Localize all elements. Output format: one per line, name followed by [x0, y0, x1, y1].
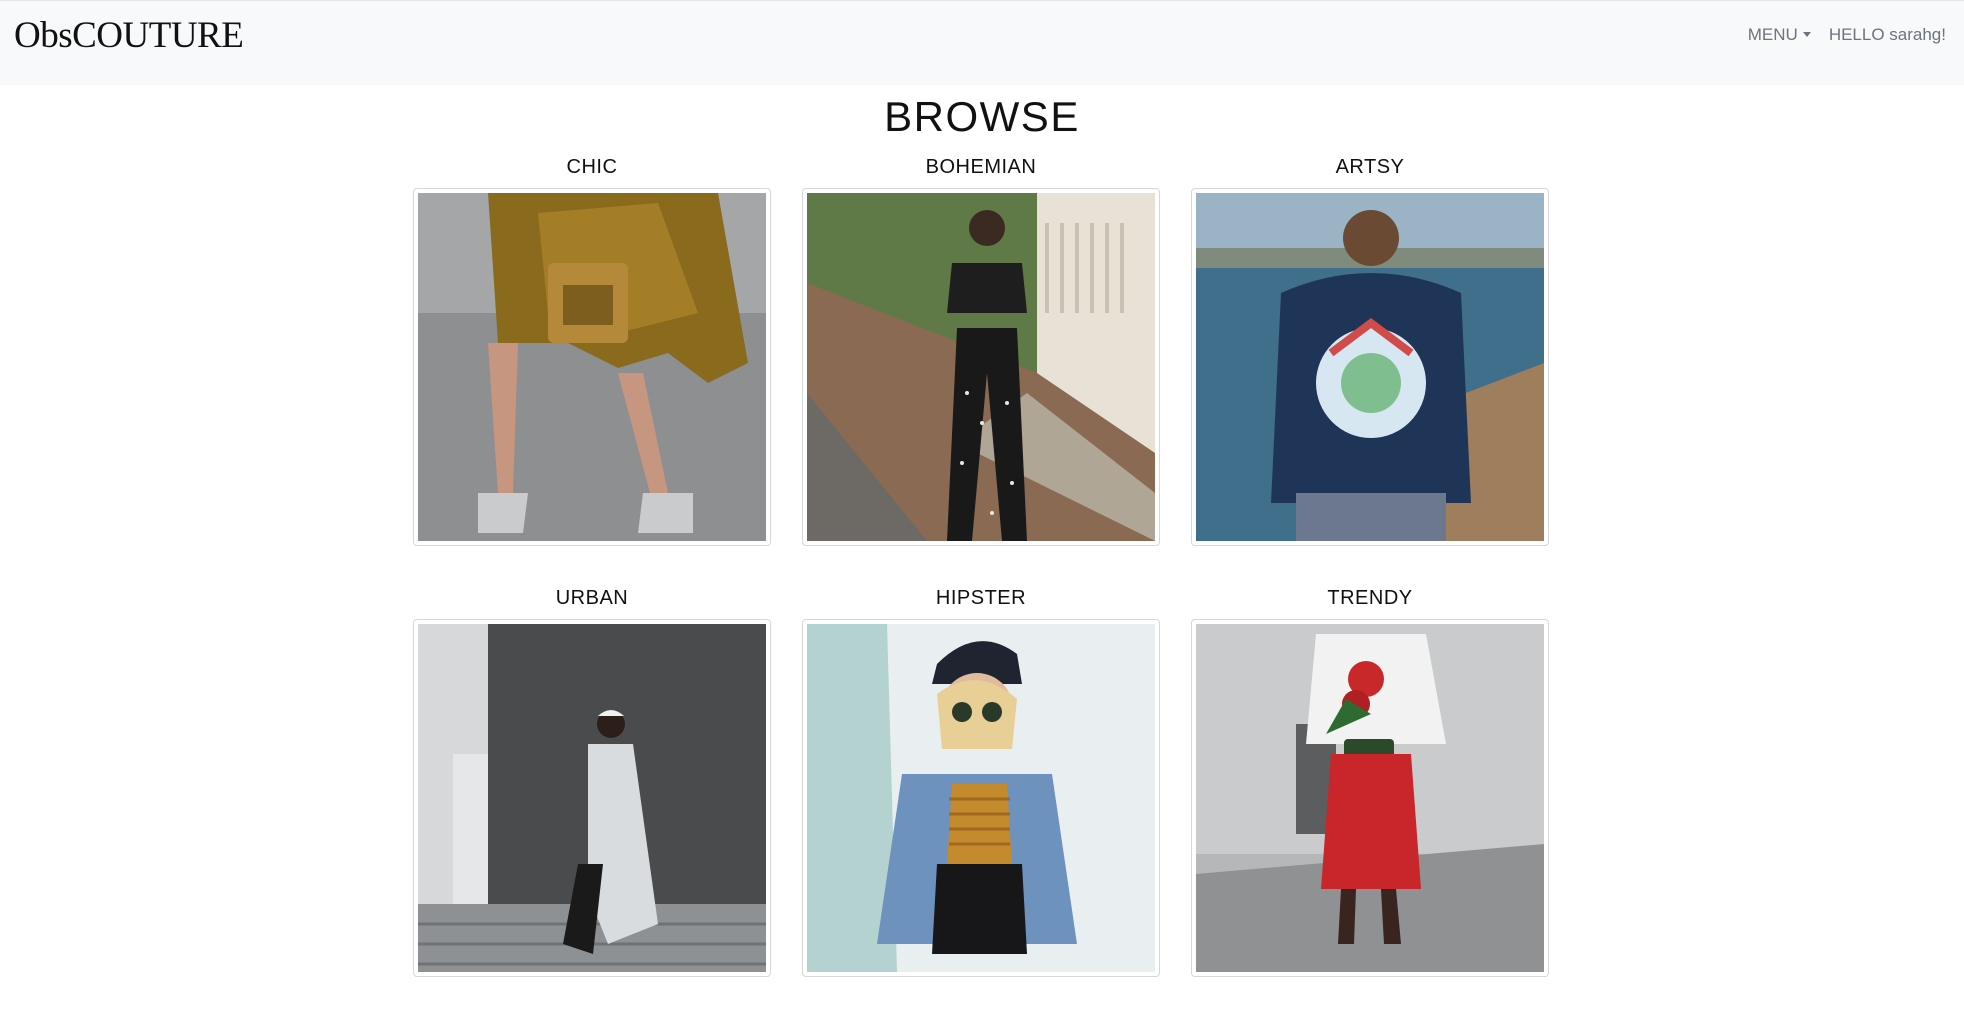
brand-logo[interactable]: ObsCOUTURE: [14, 14, 244, 57]
bohemian-photo-icon: [807, 193, 1155, 541]
navbar: ObsCOUTURE MENU HELLO sarahg!: [0, 0, 1964, 85]
style-card-artsy[interactable]: ARTSY: [1191, 154, 1549, 546]
style-row: URBAN HIPSTER TRENDY: [413, 585, 1551, 977]
style-row: CHIC BOHEMIAN ARTSY: [413, 154, 1551, 546]
menu-dropdown-toggle[interactable]: MENU: [1748, 25, 1811, 45]
style-thumbnail[interactable]: [413, 619, 771, 977]
style-card-trendy[interactable]: TRENDY: [1191, 585, 1549, 977]
nav-right: MENU HELLO sarahg!: [1748, 25, 1946, 45]
style-card-urban[interactable]: URBAN: [413, 585, 771, 977]
style-thumbnail[interactable]: [802, 619, 1160, 977]
caret-down-icon: [1802, 31, 1811, 37]
style-card-label: ARTSY: [1335, 156, 1405, 178]
urban-photo-icon: [418, 624, 766, 972]
style-card-label: BOHEMIAN: [925, 156, 1037, 178]
artsy-photo-icon: [1196, 193, 1544, 541]
chic-photo-icon: [418, 193, 766, 541]
style-thumbnail[interactable]: [1191, 619, 1549, 977]
hipster-photo-icon: [807, 624, 1155, 972]
style-card-label: CHIC: [566, 156, 618, 178]
style-thumbnail[interactable]: [802, 188, 1160, 546]
style-thumbnail[interactable]: [1191, 188, 1549, 546]
page-title: BROWSE: [884, 93, 1080, 140]
style-card-label: URBAN: [555, 587, 629, 609]
style-card-hipster[interactable]: HIPSTER: [802, 585, 1160, 977]
trendy-photo-icon: [1196, 624, 1544, 972]
style-card-label: HIPSTER: [935, 587, 1027, 609]
style-card-chic[interactable]: CHIC: [413, 154, 771, 546]
style-grid: CHIC BOHEMIAN ARTSY URBAN HIPSTER TRENDY: [413, 154, 1551, 1016]
menu-label: MENU: [1747, 25, 1798, 44]
style-card-bohemian[interactable]: BOHEMIAN: [802, 154, 1160, 546]
style-card-label: TRENDY: [1327, 587, 1413, 609]
style-thumbnail[interactable]: [413, 188, 771, 546]
user-greeting[interactable]: HELLO sarahg!: [1829, 25, 1946, 45]
